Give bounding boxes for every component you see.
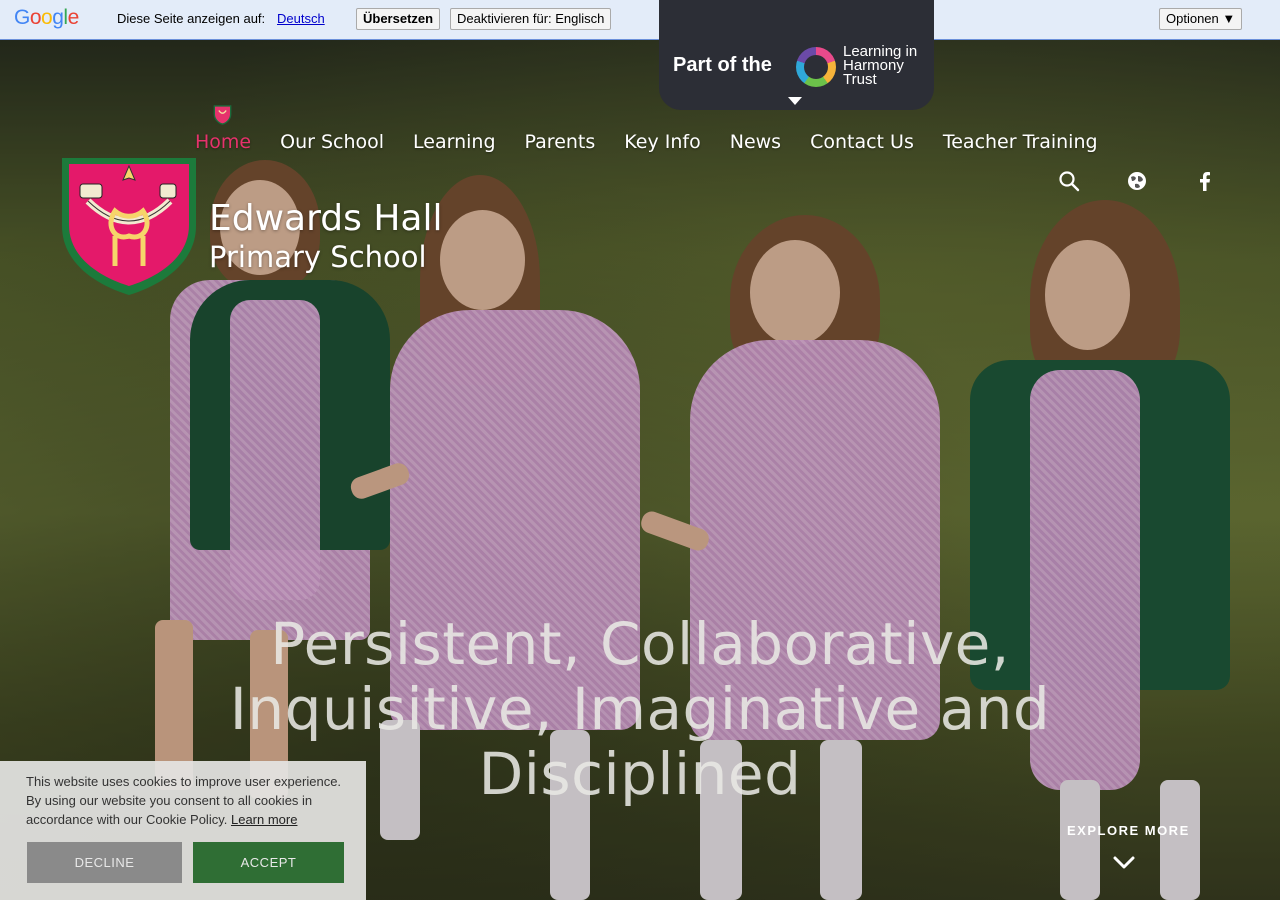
accept-button[interactable]: ACCEPT (193, 842, 344, 883)
trust-logo-icon (796, 47, 836, 87)
decline-button[interactable]: DECLINE (27, 842, 182, 883)
nav-teacher-training[interactable]: Teacher Training (943, 131, 1098, 153)
school-subtitle: Primary School (209, 240, 427, 274)
options-button[interactable]: Optionen ▼ (1159, 8, 1243, 30)
cookie-banner: This website uses cookies to improve use… (0, 761, 366, 900)
nav-news[interactable]: News (730, 131, 781, 153)
trust-banner[interactable]: Part of the Learning in Harmony Trust (659, 0, 934, 110)
nav-contact-us[interactable]: Contact Us (810, 131, 914, 153)
nav-key-info[interactable]: Key Info (624, 131, 700, 153)
google-translate-bar: Google Diese Seite anzeigen auf: Deutsch… (0, 0, 1280, 40)
search-icon[interactable] (1058, 170, 1080, 192)
nav-our-school[interactable]: Our School (280, 131, 384, 153)
nav-learning[interactable]: Learning (413, 131, 496, 153)
explore-more-link[interactable]: EXPLORE MORE (1067, 823, 1190, 838)
chevron-down-icon[interactable] (1113, 852, 1135, 874)
nav-home[interactable]: Home (195, 131, 251, 153)
main-nav: Home Our School Learning Parents Key Inf… (195, 131, 1127, 153)
nav-parents[interactable]: Parents (525, 131, 596, 153)
translate-prompt: Diese Seite anzeigen auf: (117, 11, 266, 26)
learn-more-link[interactable]: Learn more (231, 812, 297, 827)
cookie-message: This website uses cookies to improve use… (26, 772, 348, 829)
caret-down-icon[interactable] (788, 97, 802, 105)
motto-line-1: Persistent, Collaborative, (270, 610, 1010, 678)
disable-translate-button[interactable]: Deaktivieren für: Englisch (450, 8, 612, 30)
trust-name: Learning in Harmony Trust (843, 43, 918, 88)
trust-prefix: Part of the (673, 54, 772, 76)
facebook-icon[interactable] (1194, 170, 1216, 192)
school-name: Edwards Hall (209, 198, 443, 239)
globe-icon[interactable] (1126, 170, 1148, 192)
translate-button[interactable]: Übersetzen (356, 8, 441, 30)
school-crest-logo (62, 158, 196, 295)
language-link[interactable]: Deutsch (277, 11, 325, 26)
motto-line-2: Inquisitive, Imaginative and (229, 675, 1051, 743)
google-logo: Google (14, 6, 79, 29)
home-crest-icon (213, 105, 232, 125)
